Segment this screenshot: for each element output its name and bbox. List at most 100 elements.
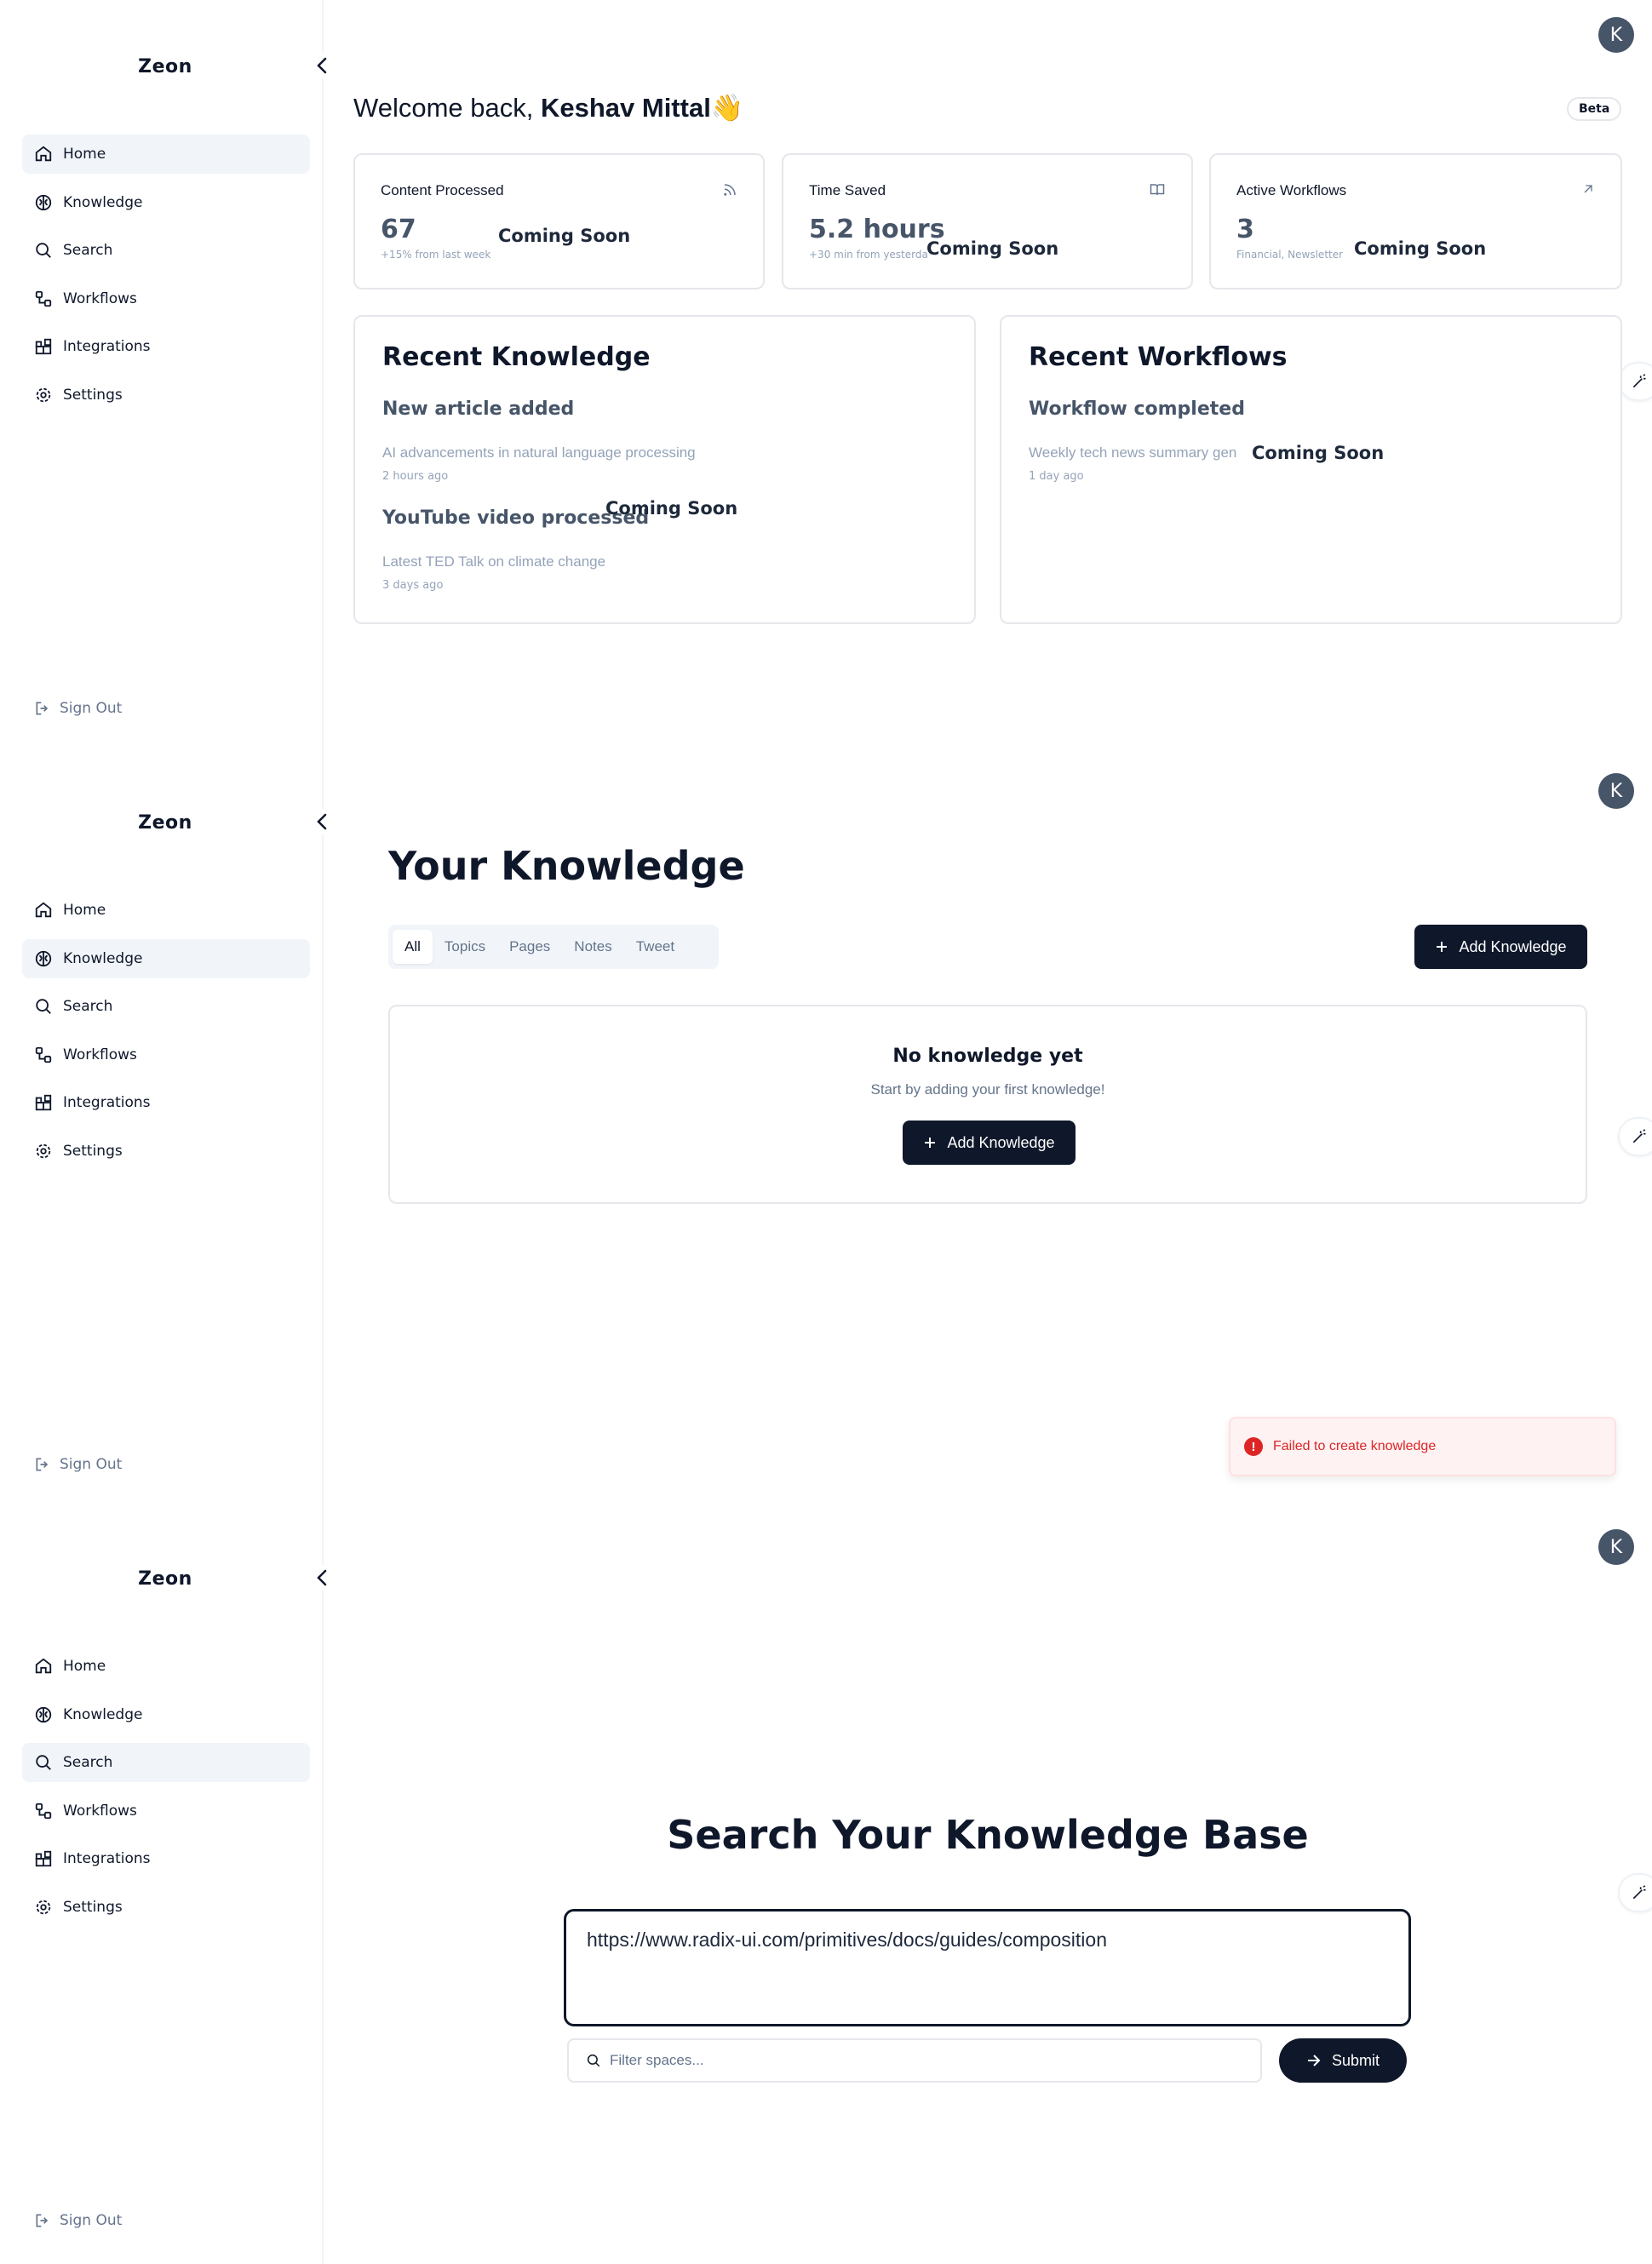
recent-workflows-card: Recent Workflows Workflow completed Week…: [1000, 315, 1622, 624]
brain-icon: [35, 1706, 52, 1722]
page-title: Search Your Knowledge Base: [667, 1812, 1309, 1858]
collapse-sidebar-button[interactable]: [312, 53, 332, 78]
blocks-icon: [35, 1850, 52, 1867]
arrow-right-icon: [1307, 2055, 1321, 2066]
collapse-sidebar-button[interactable]: [312, 1565, 332, 1591]
sidebar-item-integrations[interactable]: Integrations: [22, 327, 310, 366]
sidebar-item-knowledge[interactable]: Knowledge: [22, 1695, 310, 1734]
activity-description: Weekly tech news summary gen: [1029, 444, 1237, 461]
button-label: Submit: [1331, 2051, 1380, 2069]
sidebar-item-label: Integrations: [63, 338, 151, 355]
activity-time: 3 days ago: [382, 579, 444, 592]
search-icon: [587, 2054, 600, 2067]
sign-out-button[interactable]: Sign Out: [34, 2212, 122, 2229]
sidebar-item-settings[interactable]: Settings: [22, 1888, 310, 1927]
sidebar-item-settings[interactable]: Settings: [22, 375, 310, 415]
chevron-left-icon: [317, 1569, 327, 1586]
brand-logo: Zeon: [138, 812, 192, 834]
sidebar-item-home[interactable]: Home: [22, 135, 310, 174]
brain-icon: [35, 194, 52, 210]
tab-notes[interactable]: Notes: [562, 930, 623, 964]
button-label: Add Knowledge: [947, 1133, 1055, 1151]
tab-pages[interactable]: Pages: [497, 930, 562, 964]
sidebar-item-search[interactable]: Search: [22, 987, 310, 1026]
search-screen: Zeon Home Knowledge Search Workflows Int…: [0, 1512, 1652, 2264]
avatar[interactable]: K: [1598, 1529, 1634, 1565]
sidebar-nav: Home Knowledge Search Workflows Integrat…: [22, 135, 310, 423]
sidebar: Zeon Home Knowledge Search Workflows Int…: [0, 1512, 332, 2264]
search-icon: [36, 999, 51, 1014]
sidebar-item-integrations[interactable]: Integrations: [22, 1839, 310, 1878]
sidebar-item-settings[interactable]: Settings: [22, 1132, 310, 1171]
beta-badge: Beta: [1567, 97, 1622, 121]
tab-topics[interactable]: Topics: [433, 930, 497, 964]
sidebar-item-label: Home: [63, 902, 106, 919]
log-out-icon: [36, 1458, 49, 1471]
coming-soon-label: Coming Soon: [1252, 443, 1385, 463]
stat-card-active-workflows: Active Workflows 3 Financial, Newsletter…: [1209, 153, 1622, 289]
coming-soon-label: Coming Soon: [926, 238, 1059, 259]
activity-description: AI advancements in natural language proc…: [382, 444, 696, 461]
sidebar-item-label: Workflows: [63, 289, 137, 307]
sign-out-button[interactable]: Sign Out: [34, 1456, 122, 1473]
sidebar-item-knowledge[interactable]: Knowledge: [22, 183, 310, 222]
sidebar-item-search[interactable]: Search: [22, 1743, 310, 1782]
sidebar-item-workflows[interactable]: Workflows: [22, 1791, 310, 1831]
stat-value: 3: [1236, 215, 1254, 244]
stat-card-time-saved: Time Saved 5.2 hours +30 min from yester…: [782, 153, 1193, 289]
wave-emoji: 👋: [710, 93, 744, 123]
alert-circle-icon: !: [1244, 1437, 1263, 1456]
sidebar-item-label: Home: [63, 146, 106, 163]
coming-soon-label: Coming Soon: [498, 226, 631, 246]
sidebar-item-workflows[interactable]: Workflows: [22, 1035, 310, 1075]
filter-placeholder: Filter spaces...: [610, 2052, 704, 2068]
sidebar-item-label: Search: [63, 242, 113, 259]
search-query-textarea[interactable]: https://www.radix-ui.com/primitives/docs…: [564, 1909, 1411, 2026]
sidebar-item-search[interactable]: Search: [22, 231, 310, 270]
brain-icon: [35, 950, 52, 966]
user-name: Keshav Mittal: [540, 93, 711, 123]
sidebar-item-label: Home: [63, 1658, 106, 1675]
magic-wand-button[interactable]: [1618, 362, 1652, 401]
brand-logo: Zeon: [138, 1568, 192, 1590]
activity-title: New article added: [382, 398, 575, 420]
rss-icon: [724, 184, 736, 196]
tab-tweet[interactable]: Tweet: [624, 930, 686, 964]
workflow-icon: [35, 290, 52, 307]
sidebar-nav: Home Knowledge Search Workflows Integrat…: [22, 1647, 310, 1935]
sidebar-item-label: Integrations: [63, 1094, 151, 1111]
plus-icon: [925, 1138, 936, 1148]
magic-wand-button[interactable]: [1618, 1873, 1652, 1912]
tab-all[interactable]: All: [393, 930, 433, 964]
sidebar-item-knowledge[interactable]: Knowledge: [22, 938, 310, 978]
stat-title: Time Saved: [809, 182, 886, 198]
empty-state-subtitle: Start by adding your first knowledge!: [870, 1081, 1105, 1098]
chevron-left-icon: [317, 813, 327, 830]
knowledge-screen: Zeon Home Knowledge Search Workflows Int…: [0, 756, 1652, 1512]
collapse-sidebar-button[interactable]: [312, 809, 332, 834]
knowledge-tabs: All Topics Pages Notes Tweet: [388, 925, 719, 969]
sign-out-label: Sign Out: [60, 700, 123, 717]
submit-button[interactable]: Submit: [1279, 2038, 1407, 2083]
home-screen: Zeon Home Knowledge Search Workflows Int…: [0, 0, 1652, 756]
sidebar-item-workflows[interactable]: Workflows: [22, 279, 310, 318]
sidebar-item-integrations[interactable]: Integrations: [22, 1083, 310, 1122]
avatar[interactable]: K: [1598, 773, 1634, 809]
sidebar-item-label: Settings: [63, 1898, 123, 1916]
book-icon: [1150, 184, 1165, 196]
magic-wand-button[interactable]: [1618, 1117, 1652, 1156]
brand-logo: Zeon: [138, 56, 192, 77]
add-knowledge-button[interactable]: Add Knowledge: [903, 1121, 1076, 1165]
filter-spaces-input[interactable]: Filter spaces...: [567, 2038, 1262, 2083]
sidebar-item-home[interactable]: Home: [22, 891, 310, 930]
wand-icon: [1632, 1129, 1646, 1143]
card-title: Recent Knowledge: [382, 342, 651, 372]
activity-title: Workflow completed: [1029, 398, 1245, 420]
sidebar-item-home[interactable]: Home: [22, 1647, 310, 1686]
activity-time: 2 hours ago: [382, 470, 449, 483]
avatar[interactable]: K: [1598, 17, 1634, 53]
sidebar-item-label: Settings: [63, 1142, 123, 1160]
activity-description: Latest TED Talk on climate change: [382, 553, 606, 570]
add-knowledge-button[interactable]: Add Knowledge: [1414, 925, 1587, 969]
sign-out-button[interactable]: Sign Out: [34, 700, 122, 717]
